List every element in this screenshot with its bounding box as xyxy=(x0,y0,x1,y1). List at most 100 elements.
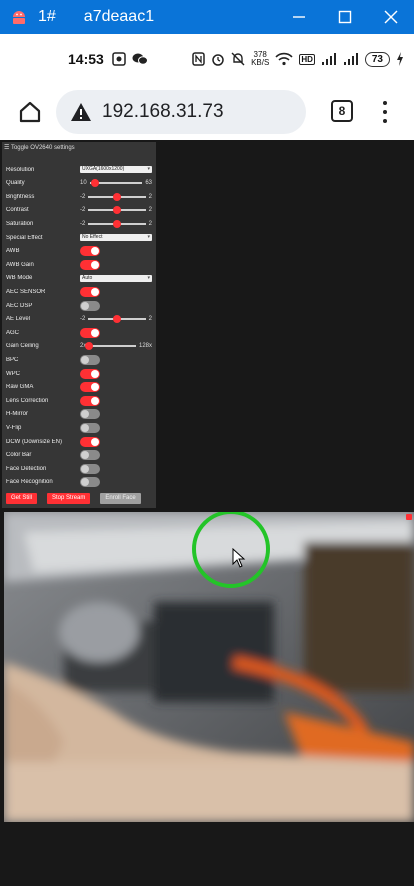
setting-control xyxy=(80,421,154,434)
setting-control xyxy=(80,462,154,475)
setting-control xyxy=(80,394,154,407)
special-effect-select[interactable]: No Effect xyxy=(80,234,152,241)
quality-slider[interactable]: 10 63 xyxy=(80,177,152,190)
setting-row-awb-gain: AWB Gain xyxy=(6,258,154,271)
get-still-button[interactable]: Get Still xyxy=(6,493,38,504)
setting-row-agc: AGC xyxy=(6,326,154,339)
setting-control: No Effect xyxy=(80,231,154,244)
contrast-slider[interactable]: -2 2 xyxy=(80,204,152,217)
slider-min-label: -2 xyxy=(80,207,86,214)
address-bar[interactable]: 192.168.31.73 xyxy=(56,90,306,134)
wb-mode-select[interactable]: Auto xyxy=(80,274,152,282)
mouse-cursor-icon xyxy=(232,548,246,568)
setting-row-color-bar: Color Bar xyxy=(6,449,154,462)
setting-row-bpc: BPC xyxy=(6,353,154,366)
setting-row-special-effect: Special Effect No Effect xyxy=(6,231,154,244)
saturation-slider[interactable]: -2 2 xyxy=(80,217,152,230)
setting-label: DCW (Downsize EN) xyxy=(6,438,63,445)
url-text[interactable]: 192.168.31.73 xyxy=(102,101,224,123)
settings-toggle[interactable]: ☰ Toggle OV2640 settings xyxy=(4,144,75,151)
setting-row-face-detection: Face Detection xyxy=(6,462,154,475)
gain-ceiling-slider[interactable]: 2x 128x xyxy=(80,340,152,353)
slider-track[interactable] xyxy=(88,192,146,201)
slider-thumb[interactable] xyxy=(90,179,99,188)
web-content: ☰ Toggle OV2640 settings Resolution UXGA(… xyxy=(0,140,414,886)
network-speed-unit: KB/S xyxy=(251,58,270,67)
slider-min-label: -2 xyxy=(80,220,86,227)
bpc-toggle[interactable] xyxy=(80,354,100,365)
setting-label: Gain Ceiling xyxy=(6,343,39,350)
setting-label: AEC SENSOR xyxy=(6,288,46,295)
setting-control: -2 2 xyxy=(80,204,154,217)
menu-dot-icon xyxy=(383,119,387,123)
browser-menu-button[interactable] xyxy=(378,98,392,126)
color-bar-toggle[interactable] xyxy=(80,450,100,461)
slider-max-label: 2 xyxy=(148,207,152,214)
resolution-select[interactable]: UXGA(1600x1200) xyxy=(80,166,152,173)
setting-control: UXGA(1600x1200) xyxy=(80,163,154,176)
close-button[interactable] xyxy=(368,0,414,34)
tab-switcher-button[interactable]: 8 xyxy=(331,100,353,122)
awb-toggle[interactable] xyxy=(80,246,100,257)
setting-label: BPC xyxy=(6,356,19,363)
ae-level-slider[interactable]: -2 2 xyxy=(80,313,152,326)
setting-label: Face Detection xyxy=(6,465,47,472)
lens-correction-toggle[interactable] xyxy=(80,395,100,406)
setting-label: Brightness xyxy=(6,193,35,200)
slider-max-label: 2 xyxy=(148,220,152,227)
setting-row-resolution: Resolution UXGA(1600x1200) xyxy=(6,163,154,176)
aec-dsp-toggle[interactable] xyxy=(80,300,100,311)
slider-thumb[interactable] xyxy=(113,315,121,324)
not-secure-warning-icon[interactable] xyxy=(70,102,92,122)
gallery-notification-icon xyxy=(112,52,126,66)
slider-thumb[interactable] xyxy=(113,192,121,201)
awb-gain-toggle[interactable] xyxy=(80,259,100,270)
maximize-button[interactable] xyxy=(322,0,368,34)
aec-sensor-toggle[interactable] xyxy=(80,286,100,297)
slider-max-label: 63 xyxy=(145,180,152,187)
setting-row-awb: AWB xyxy=(6,245,154,258)
home-button[interactable] xyxy=(16,98,44,126)
setting-row-wb-mode: WB Mode Auto xyxy=(6,272,154,285)
setting-label: AWB xyxy=(6,248,20,255)
close-icon xyxy=(384,10,398,24)
window-number: 1# xyxy=(38,8,56,25)
home-icon xyxy=(19,101,41,123)
setting-control: -2 2 xyxy=(80,217,154,230)
slider-thumb[interactable] xyxy=(85,342,94,351)
setting-row-quality: Quality 10 63 xyxy=(6,177,154,190)
setting-row-dcw-downsize-en: DCW (Downsize EN) xyxy=(6,435,154,448)
slider-track[interactable] xyxy=(89,179,143,188)
slider-thumb[interactable] xyxy=(113,219,121,228)
minimize-button[interactable] xyxy=(276,0,322,34)
setting-row-wpc: WPC xyxy=(6,367,154,380)
stop-stream-button[interactable]: Stop Stream xyxy=(47,493,91,504)
dcw-downsize-en-toggle[interactable] xyxy=(80,436,100,447)
wpc-toggle[interactable] xyxy=(80,368,100,379)
slider-track[interactable] xyxy=(88,206,146,215)
enroll-face-button[interactable]: Enroll Face xyxy=(100,493,141,504)
setting-control xyxy=(80,285,154,298)
raw-gma-toggle[interactable] xyxy=(80,382,100,393)
h-mirror-toggle[interactable] xyxy=(80,409,100,420)
setting-row-raw-gma: Raw GMA xyxy=(6,381,154,394)
setting-control xyxy=(80,476,154,489)
browser-toolbar: 192.168.31.73 8 xyxy=(0,84,414,140)
brightness-slider[interactable]: -2 2 xyxy=(80,190,152,203)
face-recognition-toggle[interactable] xyxy=(80,477,100,488)
video-stream[interactable] xyxy=(4,512,414,822)
slider-track[interactable] xyxy=(88,315,146,324)
close-stream-button[interactable] xyxy=(406,514,412,520)
v-flip-toggle[interactable] xyxy=(80,422,100,433)
setting-row-v-flip: V-Flip xyxy=(6,421,154,434)
nfc-icon xyxy=(192,52,205,66)
slider-track[interactable] xyxy=(88,219,146,228)
face-detection-toggle[interactable] xyxy=(80,463,100,474)
setting-control xyxy=(80,299,154,312)
setting-control: 10 63 xyxy=(80,177,154,190)
setting-label: WB Mode xyxy=(6,275,33,282)
slider-thumb[interactable] xyxy=(113,206,121,215)
setting-row-face-recognition: Face Recognition xyxy=(6,476,154,489)
agc-toggle[interactable] xyxy=(80,327,100,338)
slider-track[interactable] xyxy=(85,342,136,351)
